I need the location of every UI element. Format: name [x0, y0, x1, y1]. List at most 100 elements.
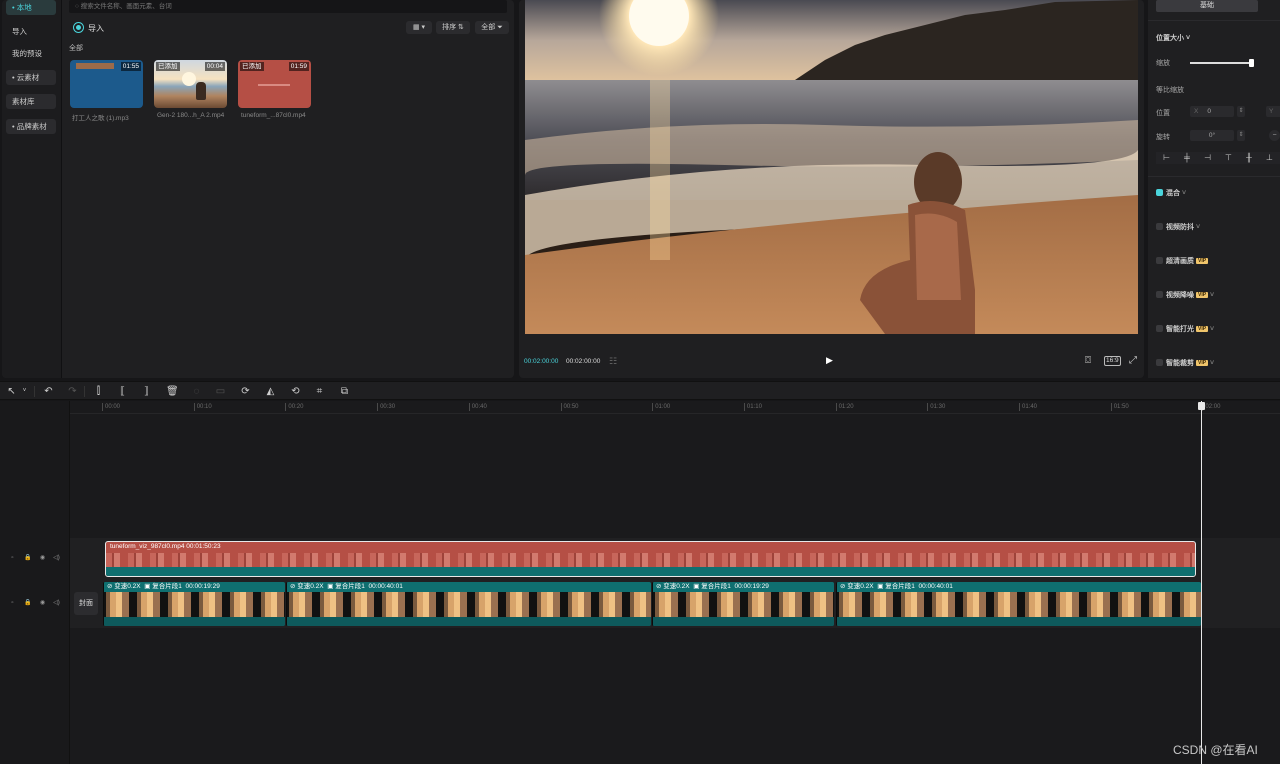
marker-icon[interactable]: ◌ — [191, 386, 202, 397]
smart-crop-label: 智能裁剪 VIP ˅ — [1166, 358, 1214, 368]
category-library[interactable]: 素材库 — [6, 94, 56, 109]
ruler-tick: 00:50 — [560, 403, 579, 411]
speed-label: 变速0.2X — [114, 583, 141, 590]
added-tag: 已添加 — [240, 62, 264, 71]
blend-checkbox[interactable] — [1156, 189, 1163, 196]
undo-icon[interactable]: ↶ — [43, 386, 54, 397]
speaker-icon[interactable]: ◁) — [53, 600, 60, 607]
hd-checkbox[interactable] — [1156, 257, 1163, 264]
screenshot-icon[interactable]: ⌼ — [1085, 355, 1091, 366]
added-tag: 已添加 — [156, 62, 180, 71]
media-item-video[interactable]: 已添加 01:59 — [238, 60, 311, 108]
video-clip[interactable]: ⊘ 变速0.2X ▣ 复合片段1 00:00:19:29 — [652, 582, 834, 626]
timeline-ruler[interactable]: 00:00 00:10 00:20 00:30 00:40 00:50 01:00 01:10… — [70, 401, 1280, 414]
rotate-icon[interactable]: ⟲ — [290, 386, 301, 397]
category-local[interactable]: • 本地 — [6, 0, 56, 15]
rotate-input[interactable]: 0° — [1190, 130, 1234, 141]
align-bottom-icon[interactable]: ⊥ — [1266, 152, 1273, 164]
speaker-icon[interactable]: ◁) — [53, 555, 60, 562]
clip-filmstrip — [653, 592, 834, 617]
x-value: 0 — [1207, 108, 1211, 115]
section-label: 全部 — [69, 45, 83, 52]
delete-icon[interactable]: 🗑 — [166, 386, 179, 397]
media-item-video[interactable]: 已添加 00:04 — [154, 60, 227, 108]
video-clip[interactable]: ⊘ 变速0.2X ▣ 复合片段1 00:00:19:29 — [103, 582, 285, 626]
smart-crop-icon[interactable]: ⧉ — [339, 386, 350, 397]
category-import[interactable]: 导入 — [6, 24, 56, 39]
track-preview-icon[interactable]: ▫ — [9, 555, 16, 562]
chevron-down-icon: ˅ — [1210, 326, 1215, 333]
video-clip[interactable]: ⊘ 变速0.2X ▣ 复合片段1 00:00:40:01 — [286, 582, 651, 626]
lock-icon[interactable]: 🔒 — [24, 555, 31, 562]
smart-crop-checkbox[interactable] — [1156, 359, 1163, 366]
align-center-h-icon[interactable]: ╪ — [1184, 152, 1190, 164]
cover-button[interactable]: 封面 — [74, 592, 98, 615]
chevron-down-icon[interactable]: ˅ — [19, 386, 30, 397]
align-right-icon[interactable]: ⊣ — [1204, 152, 1211, 164]
category-brand[interactable]: • 品牌素材 — [6, 119, 56, 134]
scale-slider-handle[interactable] — [1249, 59, 1254, 67]
relight-checkbox[interactable] — [1156, 325, 1163, 332]
category-my-presets[interactable]: 我的预设 — [6, 46, 56, 61]
fullscreen-icon[interactable]: ⤢ — [1129, 355, 1137, 366]
position-x-input[interactable]: X 0 — [1190, 106, 1234, 117]
filter-button[interactable]: 全部 ⏷ — [475, 21, 509, 34]
ruler-tick: 02:00 — [1202, 403, 1220, 411]
media-duration: 01:59 — [288, 62, 309, 71]
track-preview-icon[interactable]: ▫ — [9, 600, 16, 607]
freeze-icon[interactable]: ▭ — [215, 386, 226, 397]
media-search-input[interactable]: ○ 搜索文件名称、画面元素、台词 — [69, 0, 507, 13]
grid-icon: ▦ — [412, 24, 420, 31]
category-cloud[interactable]: • 云素材 — [6, 70, 56, 85]
clip-filmstrip — [104, 592, 285, 617]
video-clip-header: ⊘ 变速0.2X ▣ 复合片段1 00:00:40:01 — [837, 582, 1201, 592]
align-top-icon[interactable]: ⊤ — [1225, 152, 1232, 164]
media-panel: • 本地 导入 我的预设 • 云素材 素材库 • 品牌素材 ○ 搜索文件名称、画… — [2, 0, 514, 378]
ruler-tick: 01:40 — [1019, 403, 1037, 411]
mirror-icon[interactable]: ◭ — [265, 386, 276, 397]
select-tool-icon[interactable]: ↖ — [6, 386, 17, 397]
ruler-tick: 01:20 — [835, 403, 854, 411]
rotate-stepper-icon[interactable]: ⇕ — [1237, 130, 1245, 141]
split-icon[interactable]: ⫿ — [93, 386, 104, 397]
crop-icon[interactable]: ⌗ — [314, 386, 325, 397]
import-icon[interactable] — [74, 23, 83, 32]
scale-slider-track[interactable] — [1190, 62, 1250, 64]
denoise-checkbox[interactable] — [1156, 291, 1163, 298]
position-y-input[interactable]: Y — [1266, 106, 1280, 117]
view-toggle-button[interactable]: ▦ ▾ — [406, 21, 432, 34]
position-size-heading[interactable]: 位置大小 ˅ — [1156, 33, 1190, 43]
align-left-icon[interactable]: ⊢ — [1163, 152, 1170, 164]
eye-icon[interactable]: ◉ — [39, 600, 46, 607]
lock-icon[interactable]: 🔒 — [24, 600, 31, 607]
player-panel: 00:02:00:00 00:02:00:00 ☷ ▶ ⌼ 16:9 ⤢ — [519, 0, 1144, 378]
rotate-label: 旋转 — [1156, 134, 1170, 141]
person-thumbnail — [196, 82, 206, 100]
split-left-icon[interactable]: ⟦ — [117, 386, 128, 397]
playhead[interactable] — [1201, 401, 1202, 764]
vip-badge: VIP — [1196, 258, 1209, 264]
audio-clip[interactable]: tuneform_viz_987cl0.mp4 00:01:50:23 — [105, 541, 1196, 577]
video-clip[interactable]: ⊘ 变速0.2X ▣ 复合片段1 00:00:40:01 — [836, 582, 1201, 626]
stabilize-checkbox[interactable] — [1156, 223, 1163, 230]
redo-icon[interactable]: ↷ — [67, 386, 78, 397]
rotate-reset-icon[interactable]: − — [1269, 130, 1280, 141]
filter-label: 全部 — [481, 24, 496, 31]
timecode-list-icon[interactable]: ☷ — [609, 356, 617, 367]
sort-button[interactable]: 排序 ⇅ — [436, 21, 470, 34]
tab-basic[interactable]: 基础 — [1156, 0, 1258, 12]
filter-icon: ⏷ — [497, 24, 503, 31]
aspect-ratio-button[interactable]: 16:9 — [1104, 356, 1121, 366]
audio-waveform — [106, 553, 1195, 567]
play-icon[interactable]: ▶ — [826, 355, 833, 366]
reverse-icon[interactable]: ⟳ — [240, 386, 251, 397]
align-center-v-icon[interactable]: ╫ — [1246, 152, 1252, 164]
import-button[interactable]: 导入 — [88, 23, 104, 34]
ruler-tick: 00:10 — [193, 403, 212, 411]
eye-icon[interactable]: ◉ — [39, 555, 46, 562]
x-stepper-icon[interactable]: ⇕ — [1237, 106, 1245, 117]
blend-text: 混合 — [1166, 190, 1180, 197]
media-item-audio[interactable]: 01:55 — [70, 60, 143, 108]
speed-label: 变速0.2X — [847, 583, 874, 590]
split-right-icon[interactable]: ⟧ — [141, 386, 152, 397]
